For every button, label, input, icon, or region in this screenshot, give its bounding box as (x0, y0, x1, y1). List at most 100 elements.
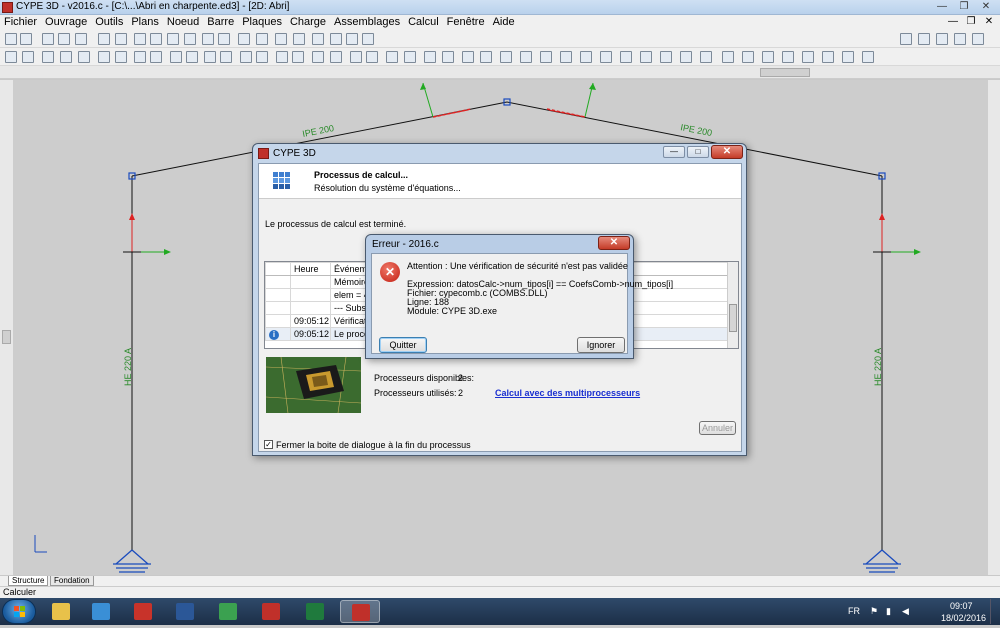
structure-tool-icon-11[interactable] (186, 51, 198, 63)
taskbar-app-excel[interactable] (295, 600, 335, 623)
clock-time[interactable]: 09:07 (950, 601, 973, 611)
dialog-minimize-button[interactable]: — (663, 146, 685, 158)
structure-tool-icon-18[interactable] (312, 51, 324, 63)
menu-outils[interactable]: Outils (91, 15, 127, 28)
start-button[interactable] (2, 599, 36, 624)
main-tool-icon-5[interactable] (75, 33, 87, 45)
quit-button[interactable]: Quitter (379, 337, 427, 353)
structure-tool-icon-34[interactable] (620, 51, 632, 63)
mdi-restore-button[interactable]: ❐ (962, 16, 980, 27)
taskbar-app-cype3d[interactable] (340, 600, 380, 623)
close-on-finish-checkbox[interactable]: ✓ (264, 440, 273, 449)
view-tool-icon-2[interactable] (918, 33, 930, 45)
structure-tool-icon-33[interactable] (600, 51, 612, 63)
clock-date[interactable]: 18/02/2016 (941, 613, 986, 623)
structure-tool-icon-22[interactable] (386, 51, 398, 63)
structure-tool-icon-5[interactable] (78, 51, 90, 63)
structure-tool-icon-26[interactable] (462, 51, 474, 63)
structure-tool-icon-12[interactable] (204, 51, 216, 63)
structure-tool-icon-16[interactable] (276, 51, 288, 63)
structure-tool-icon-23[interactable] (404, 51, 416, 63)
structure-tool-icon-32[interactable] (580, 51, 592, 63)
tray-flag-icon[interactable]: ⚑ (870, 606, 878, 617)
structure-tool-icon-38[interactable] (700, 51, 712, 63)
ignore-button[interactable]: Ignorer (577, 337, 625, 353)
right-scrollbar[interactable] (988, 80, 1000, 575)
horizontal-scrollbar[interactable] (0, 66, 1000, 79)
view-tool-icon-1[interactable] (900, 33, 912, 45)
view-tool-icon-5[interactable] (972, 33, 984, 45)
menu-barre[interactable]: Barre (203, 15, 238, 28)
structure-tool-icon-4[interactable] (60, 51, 72, 63)
main-tool-icon-19[interactable] (330, 33, 342, 45)
structure-tool-icon-1[interactable] (5, 51, 17, 63)
show-desktop-button[interactable] (990, 599, 999, 624)
structure-tool-icon-43[interactable] (802, 51, 814, 63)
taskbar-app-cype[interactable] (251, 600, 291, 623)
main-tool-icon-18[interactable] (312, 33, 324, 45)
structure-tool-icon-7[interactable] (115, 51, 127, 63)
structure-tool-icon-17[interactable] (292, 51, 304, 63)
structure-tool-icon-45[interactable] (842, 51, 854, 63)
view-tool-icon-4[interactable] (954, 33, 966, 45)
structure-tool-icon-29[interactable] (520, 51, 532, 63)
tray-network-icon[interactable]: ▮ (886, 606, 891, 617)
multiprocessor-link[interactable]: Calcul avec des multiprocesseurs (495, 388, 640, 398)
main-tool-icon-20[interactable] (346, 33, 358, 45)
close-button[interactable]: ✕ (976, 0, 996, 14)
main-tool-icon-4[interactable] (58, 33, 70, 45)
main-tool-icon-2[interactable] (20, 33, 32, 45)
main-tool-icon-7[interactable] (115, 33, 127, 45)
structure-tool-icon-21[interactable] (366, 51, 378, 63)
dialog-close-button[interactable]: ✕ (711, 145, 743, 159)
structure-tool-icon-31[interactable] (560, 51, 572, 63)
menu-plaques[interactable]: Plaques (238, 15, 286, 28)
main-tool-icon-10[interactable] (167, 33, 179, 45)
structure-tool-icon-44[interactable] (822, 51, 834, 63)
mdi-minimize-button[interactable]: — (944, 16, 962, 27)
taskbar-app-media[interactable] (81, 600, 121, 623)
main-tool-icon-11[interactable] (184, 33, 196, 45)
structure-tool-icon-9[interactable] (150, 51, 162, 63)
structure-tool-icon-15[interactable] (256, 51, 268, 63)
structure-tool-icon-40[interactable] (742, 51, 754, 63)
horizontal-scroll-thumb[interactable] (760, 68, 810, 77)
main-tool-icon-21[interactable] (362, 33, 374, 45)
structure-tool-icon-24[interactable] (424, 51, 436, 63)
main-tool-icon-14[interactable] (238, 33, 250, 45)
language-indicator[interactable]: FR (848, 606, 860, 616)
structure-tool-icon-36[interactable] (660, 51, 672, 63)
structure-tool-icon-46[interactable] (862, 51, 874, 63)
structure-tool-icon-13[interactable] (220, 51, 232, 63)
events-scroll-thumb[interactable] (729, 304, 737, 332)
main-tool-icon-15[interactable] (256, 33, 268, 45)
mdi-close-button[interactable]: ✕ (980, 16, 998, 27)
structure-tool-icon-14[interactable] (240, 51, 252, 63)
structure-tool-icon-25[interactable] (442, 51, 454, 63)
menu-noeud[interactable]: Noeud (163, 15, 203, 28)
tab-structure[interactable]: Structure (8, 576, 49, 586)
structure-tool-icon-37[interactable] (680, 51, 692, 63)
maximize-button[interactable]: ❐ (954, 0, 974, 14)
menu-plans[interactable]: Plans (127, 15, 163, 28)
tray-volume-icon[interactable]: ◀ (902, 606, 909, 617)
menu-assemblages[interactable]: Assemblages (330, 15, 404, 28)
structure-tool-icon-10[interactable] (170, 51, 182, 63)
left-scrollbar[interactable] (0, 80, 13, 575)
main-tool-icon-16[interactable] (275, 33, 287, 45)
structure-tool-icon-19[interactable] (330, 51, 342, 63)
main-tool-icon-9[interactable] (150, 33, 162, 45)
structure-tool-icon-20[interactable] (350, 51, 362, 63)
main-tool-icon-8[interactable] (134, 33, 146, 45)
taskbar-app-acrobat[interactable] (123, 600, 163, 623)
menu-fichier[interactable]: Fichier (0, 15, 41, 28)
menu-calcul[interactable]: Calcul (404, 15, 443, 28)
column-header-time[interactable]: Heure (290, 262, 331, 276)
structure-tool-icon-39[interactable] (722, 51, 734, 63)
structure-tool-icon-27[interactable] (480, 51, 492, 63)
taskbar-app-explorer[interactable] (41, 600, 81, 623)
dialog-maximize-button[interactable]: □ (687, 146, 709, 158)
tab-fondation[interactable]: Fondation (50, 576, 94, 586)
error-close-button[interactable]: ✕ (598, 236, 630, 250)
left-scroll-thumb[interactable] (2, 330, 11, 344)
